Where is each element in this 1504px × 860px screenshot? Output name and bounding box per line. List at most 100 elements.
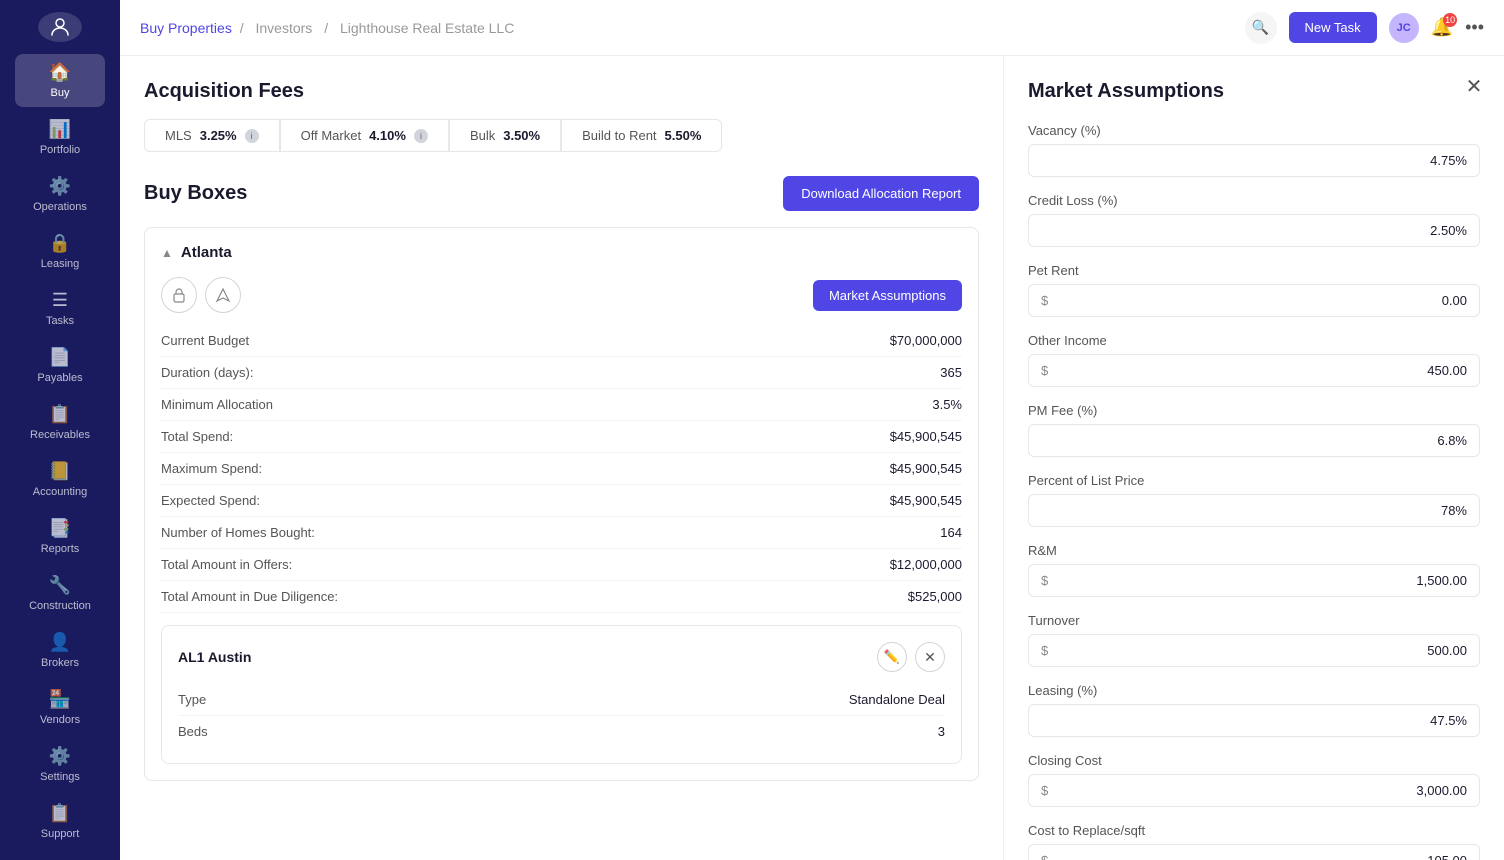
pm-fee-value: 6.8% [1041, 433, 1467, 448]
row-value: 3.5% [932, 397, 962, 412]
rm-value: 1,500.00 [1056, 573, 1467, 588]
rm-field-group: R&M $ 1,500.00 [1028, 543, 1480, 597]
acquisition-fees-list: MLS 3.25% i Off Market 4.10% i Bulk 3.50… [144, 119, 979, 152]
panel-title: Market Assumptions [1028, 80, 1480, 103]
construction-icon: 🔧 [49, 575, 71, 596]
leasing-input[interactable]: 47.5% [1028, 704, 1480, 737]
off-market-info-icon[interactable]: i [414, 129, 428, 143]
sidebar-item-settings[interactable]: ⚙️ Settings [15, 738, 105, 791]
row-label: Type [178, 692, 206, 707]
row-label: Duration (days): [161, 365, 253, 380]
fee-item-bulk: Bulk 3.50% [449, 119, 561, 152]
sidebar-item-operations[interactable]: ⚙️ Operations [15, 168, 105, 221]
pet-rent-value: 0.00 [1056, 293, 1467, 308]
sidebar-item-reports[interactable]: 📑 Reports [15, 510, 105, 563]
atlanta-icon-group [161, 277, 241, 313]
sidebar-item-label: Support [41, 828, 80, 840]
sidebar-item-payables[interactable]: 📄 Payables [15, 339, 105, 392]
fee-label-off-market: Off Market [301, 128, 361, 143]
avatar: JC [1389, 13, 1419, 43]
row-value: $45,900,545 [890, 429, 962, 444]
notification-button[interactable]: 🔔 10 [1431, 17, 1453, 38]
turnover-input[interactable]: $ 500.00 [1028, 634, 1480, 667]
al1-austin-title: AL1 Austin [178, 649, 251, 665]
lock-icon-btn[interactable] [161, 277, 197, 313]
row-label: Total Spend: [161, 429, 233, 444]
sidebar-item-label: Vendors [40, 714, 80, 726]
pct-list-price-field-group: Percent of List Price 78% [1028, 473, 1480, 527]
table-row: Number of Homes Bought: 164 [161, 517, 962, 549]
edit-button[interactable]: ✏️ [877, 642, 907, 672]
payables-icon: 📄 [49, 347, 71, 368]
sidebar-item-label: Portfolio [40, 144, 80, 156]
credit-loss-field-group: Credit Loss (%) 2.50% [1028, 193, 1480, 247]
market-assumptions-button[interactable]: Market Assumptions [813, 280, 962, 311]
main-area: Buy Properties / Investors / Lighthouse … [120, 0, 1504, 860]
breadcrumb-sep1: / [240, 20, 244, 36]
close-card-button[interactable]: ✕ [915, 642, 945, 672]
sidebar-item-construction[interactable]: 🔧 Construction [15, 567, 105, 620]
cost-replace-value: 105.00 [1056, 853, 1467, 860]
atlanta-header[interactable]: ▲ Atlanta [161, 244, 962, 261]
sidebar-item-label: Brokers [41, 657, 79, 669]
cost-replace-field-group: Cost to Replace/sqft $ 105.00 [1028, 823, 1480, 860]
al1-austin-header: AL1 Austin ✏️ ✕ [178, 642, 945, 672]
panel-close-button[interactable]: ✕ [1460, 72, 1488, 100]
sidebar-item-receivables[interactable]: 📋 Receivables [15, 396, 105, 449]
atlanta-city-name: Atlanta [181, 244, 232, 261]
navigate-icon-btn[interactable] [205, 277, 241, 313]
sidebar-logo [38, 12, 82, 42]
rm-input[interactable]: $ 1,500.00 [1028, 564, 1480, 597]
table-row: Maximum Spend: $45,900,545 [161, 453, 962, 485]
turnover-label: Turnover [1028, 613, 1480, 628]
topbar-actions: 🔍 New Task JC 🔔 10 ••• [1245, 12, 1484, 44]
cost-replace-input[interactable]: $ 105.00 [1028, 844, 1480, 860]
mls-info-icon[interactable]: i [245, 129, 259, 143]
sidebar-item-portfolio[interactable]: 📊 Portfolio [15, 111, 105, 164]
search-button[interactable]: 🔍 [1245, 12, 1277, 44]
row-value: 3 [938, 724, 945, 739]
more-options-button[interactable]: ••• [1465, 17, 1484, 38]
table-row: Expected Spend: $45,900,545 [161, 485, 962, 517]
row-value: 164 [940, 525, 962, 540]
fee-item-off-market: Off Market 4.10% i [280, 119, 449, 152]
notification-badge: 10 [1443, 13, 1457, 27]
row-label: Beds [178, 724, 208, 739]
sidebar-item-leasing[interactable]: 🔒 Leasing [15, 225, 105, 278]
accounting-icon: 📒 [49, 461, 71, 482]
sidebar-item-support[interactable]: 📋 Support [15, 795, 105, 848]
sidebar-item-brokers[interactable]: 👤 Brokers [15, 624, 105, 677]
support-icon: 📋 [49, 803, 71, 824]
pm-fee-input[interactable]: 6.8% [1028, 424, 1480, 457]
pet-rent-prefix: $ [1041, 293, 1048, 308]
sidebar-item-label: Payables [37, 372, 82, 384]
closing-cost-input[interactable]: $ 3,000.00 [1028, 774, 1480, 807]
sidebar-item-tasks[interactable]: ☰ Tasks [15, 282, 105, 335]
pct-list-price-label: Percent of List Price [1028, 473, 1480, 488]
fee-label-bulk: Bulk [470, 128, 495, 143]
new-task-button[interactable]: New Task [1289, 12, 1377, 43]
breadcrumb-buy-properties[interactable]: Buy Properties [140, 20, 232, 36]
closing-cost-value: 3,000.00 [1056, 783, 1467, 798]
row-label: Maximum Spend: [161, 461, 262, 476]
table-row: Minimum Allocation 3.5% [161, 389, 962, 421]
credit-loss-input[interactable]: 2.50% [1028, 214, 1480, 247]
buy-boxes-title: Buy Boxes [144, 182, 247, 205]
pct-list-price-input[interactable]: 78% [1028, 494, 1480, 527]
vacancy-value: 4.75% [1041, 153, 1467, 168]
vacancy-field-group: Vacancy (%) 4.75% [1028, 123, 1480, 177]
sidebar-item-vendors[interactable]: 🏪 Vendors [15, 681, 105, 734]
pm-fee-field-group: PM Fee (%) 6.8% [1028, 403, 1480, 457]
download-allocation-report-button[interactable]: Download Allocation Report [783, 176, 979, 211]
row-value: $45,900,545 [890, 461, 962, 476]
row-value: $525,000 [908, 589, 962, 604]
other-income-prefix: $ [1041, 363, 1048, 378]
other-income-input[interactable]: $ 450.00 [1028, 354, 1480, 387]
pet-rent-input[interactable]: $ 0.00 [1028, 284, 1480, 317]
vacancy-input[interactable]: 4.75% [1028, 144, 1480, 177]
sidebar-item-accounting[interactable]: 📒 Accounting [15, 453, 105, 506]
breadcrumb-sep2: / [324, 20, 328, 36]
breadcrumb-investors: Investors [256, 20, 313, 36]
sidebar-item-buy[interactable]: 🏠 Buy [15, 54, 105, 107]
acquisition-fees-title: Acquisition Fees [144, 80, 979, 103]
